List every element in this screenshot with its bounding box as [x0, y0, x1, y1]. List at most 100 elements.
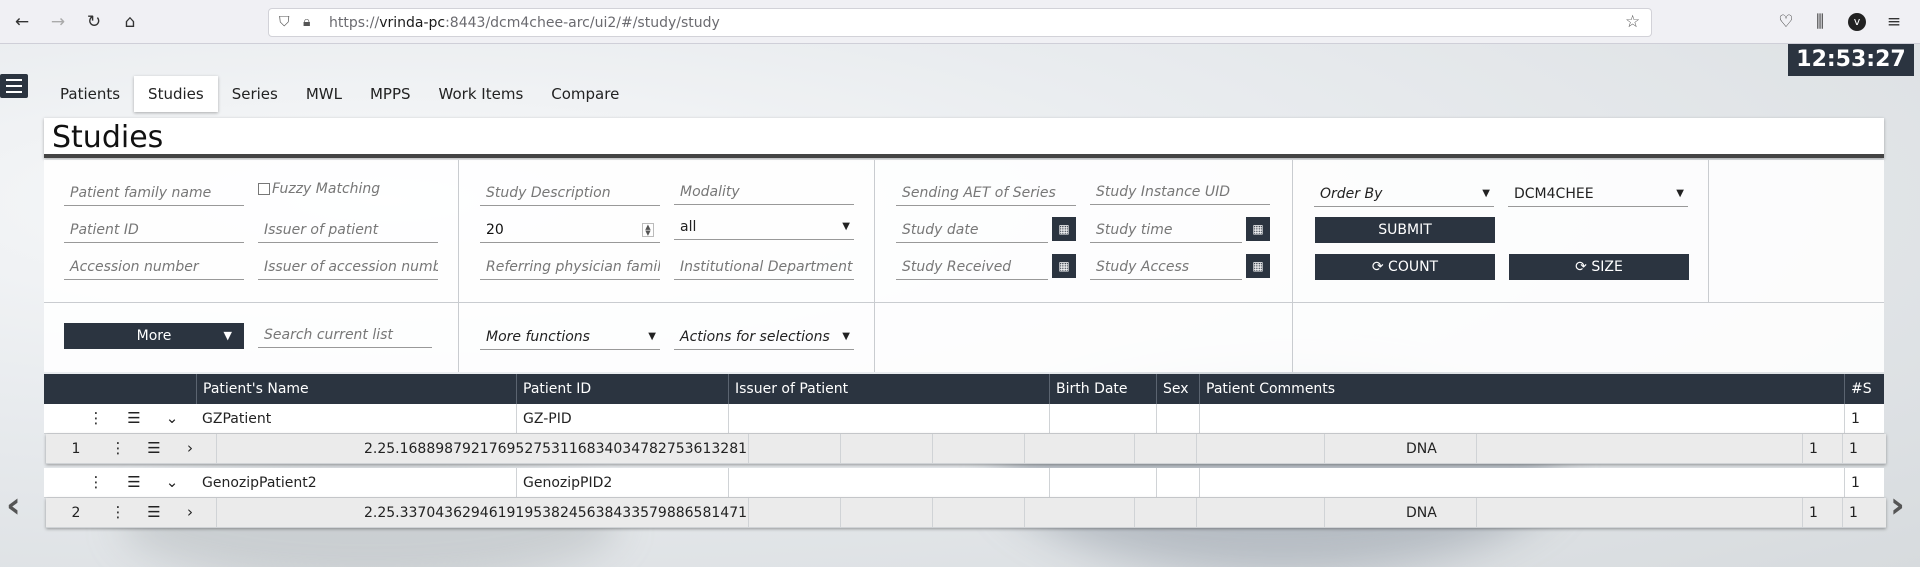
submit-button[interactable]: SUBMIT — [1315, 217, 1495, 243]
list-icon[interactable]: ☰ — [124, 404, 144, 434]
study-instance-uid-input[interactable]: Study Instance UID — [1090, 179, 1270, 205]
study-description-input[interactable]: Study Description — [480, 180, 660, 206]
url-host: vrinda-pc — [379, 15, 446, 31]
tab-mwl[interactable]: MWL — [292, 76, 356, 112]
more-dropdown-label: More — [136, 328, 172, 344]
tab-studies[interactable]: Studies — [134, 76, 218, 112]
study-date-input[interactable]: Study date — [896, 217, 1048, 243]
column-header[interactable]: Patient ID — [516, 374, 728, 404]
chevron-right-icon[interactable]: › — [180, 498, 200, 528]
library-icon[interactable]: ⫼ — [1810, 12, 1830, 32]
list-icon[interactable]: ☰ — [144, 434, 164, 464]
next-page-icon[interactable]: › — [1890, 485, 1905, 526]
column-header[interactable]: Issuer of Patient — [728, 374, 1050, 404]
tab-patients[interactable]: Patients — [46, 76, 134, 112]
more-functions-select[interactable]: More functions ▼ — [480, 324, 660, 350]
address-bar[interactable]: ⛉ 🔒︎ https://vrinda-pc:8443/dcm4chee-arc… — [268, 8, 1652, 37]
study-access-input[interactable]: Study Access — [1090, 254, 1242, 280]
num-studies: 1 — [1844, 404, 1884, 434]
calendar-icon[interactable]: ▦ — [1246, 254, 1270, 278]
modality-select-value: all — [680, 219, 697, 235]
size-button-label: SIZE — [1591, 259, 1623, 275]
patient-id-input[interactable]: Patient ID — [64, 217, 244, 243]
column-header[interactable]: Sex — [1156, 374, 1200, 404]
actions-for-selections-label: Actions for selections — [680, 329, 830, 345]
refresh-icon: ⟳ — [1575, 259, 1592, 275]
limit-stepper[interactable]: 20 ▲ ▼ — [480, 217, 660, 243]
calendar-icon[interactable]: ▦ — [1052, 254, 1076, 278]
tab-series[interactable]: Series — [218, 76, 292, 112]
count-b: 1 — [1842, 498, 1884, 528]
lock-icon: 🔒︎ — [303, 14, 311, 30]
stepper-arrows-icon[interactable]: ▲ ▼ — [642, 223, 654, 237]
more-vertical-icon[interactable]: ⋮ — [108, 434, 128, 464]
column-header[interactable]: #S — [1844, 374, 1884, 404]
tab-compare[interactable]: Compare — [537, 76, 633, 112]
calendar-icon[interactable]: ▦ — [1246, 217, 1270, 241]
previous-page-icon[interactable]: ‹ — [6, 485, 21, 526]
more-vertical-icon[interactable]: ⋮ — [86, 468, 106, 498]
hamburger-menu-icon[interactable]: ≡ — [1884, 12, 1904, 32]
list-icon[interactable]: ☰ — [124, 468, 144, 498]
size-button[interactable]: ⟳ SIZE — [1509, 254, 1689, 280]
patient-comments — [1199, 468, 1847, 498]
chevron-right-icon[interactable]: › — [180, 434, 200, 464]
column-header[interactable]: Patient's Name — [196, 374, 518, 404]
study-received-input[interactable]: Study Received — [896, 254, 1048, 280]
calendar-icon[interactable]: ▦ — [1052, 217, 1076, 241]
main-tabs: Patients Studies Series MWL MPPS Work It… — [46, 76, 633, 112]
more-dropdown[interactable]: More ▼ — [64, 323, 244, 349]
study-cell — [840, 434, 932, 464]
patient-family-name-input[interactable]: Patient family name — [64, 180, 244, 206]
refresh-icon: ⟳ — [1371, 259, 1389, 275]
table-row[interactable]: 2 ⋮ ☰ › 2.25.337043629461919538245638433… — [46, 498, 1886, 528]
actions-for-selections-select[interactable]: Actions for selections ▼ — [674, 324, 854, 350]
modality-input[interactable]: Modality — [674, 179, 854, 205]
page-title: Studies — [52, 120, 164, 155]
home-icon[interactable]: ⌂ — [120, 12, 140, 32]
study-instance-uid: 2.25.33704362946191953824563843357988658… — [364, 505, 748, 521]
search-current-list-input[interactable]: Search current list — [258, 322, 432, 348]
more-vertical-icon[interactable]: ⋮ — [108, 498, 128, 528]
column-header[interactable]: Birth Date — [1049, 374, 1157, 404]
accession-number-input[interactable]: Accession number — [64, 254, 244, 280]
count-a: 1 — [1802, 434, 1842, 464]
account-avatar[interactable]: v — [1848, 13, 1866, 31]
issuer-of-patient-input[interactable]: Issuer of patient — [258, 217, 438, 243]
sending-aet-input[interactable]: Sending AET of Series — [896, 180, 1076, 206]
back-icon[interactable]: ← — [12, 12, 32, 32]
institutional-department-input[interactable]: Institutional Department Name — [674, 254, 854, 280]
table-row[interactable]: ⋮ ☰ ⌄ GenozipPatient2 GenozipPID2 1 — [44, 468, 1884, 498]
order-by-select[interactable]: Order By ▼ — [1314, 181, 1494, 207]
side-menu-toggle[interactable] — [0, 74, 28, 98]
results-table: Patient's Name Patient ID Issuer of Pati… — [44, 374, 1886, 528]
chevron-down-icon[interactable]: ⌄ — [162, 404, 182, 434]
aet-select-value: DCM4CHEE — [1514, 186, 1594, 202]
modality-select[interactable]: all ▼ — [674, 214, 854, 240]
tab-work-items[interactable]: Work Items — [425, 76, 538, 112]
forward-icon[interactable]: → — [48, 12, 68, 32]
table-row[interactable]: ⋮ ☰ ⌄ GZPatient GZ-PID 1 — [44, 404, 1884, 434]
bookmark-star-icon[interactable]: ☆ — [1625, 12, 1640, 32]
study-cell — [932, 498, 1024, 528]
referring-physician-input[interactable]: Referring physician family name — [480, 254, 660, 280]
aet-select[interactable]: DCM4CHEE ▼ — [1508, 181, 1688, 207]
issuer-of-accession-input[interactable]: Issuer of accession number — [258, 254, 438, 280]
count-button[interactable]: ⟳ COUNT — [1315, 254, 1495, 280]
column-header[interactable]: Patient Comments — [1199, 374, 1847, 404]
pocket-icon[interactable]: ♡ — [1776, 12, 1796, 32]
caret-down-icon: ▼ — [1482, 188, 1490, 199]
birth-date — [1049, 404, 1157, 434]
caret-down-icon: ▼ — [842, 221, 850, 232]
chevron-down-icon[interactable]: ⌄ — [162, 468, 182, 498]
modality: DNA — [1406, 441, 1437, 457]
shield-icon: ⛉ — [279, 14, 290, 30]
tab-mpps[interactable]: MPPS — [356, 76, 425, 112]
reload-icon[interactable]: ↻ — [84, 12, 104, 32]
study-cell — [840, 498, 932, 528]
list-icon[interactable]: ☰ — [144, 498, 164, 528]
study-time-input[interactable]: Study time — [1090, 217, 1242, 243]
more-vertical-icon[interactable]: ⋮ — [86, 404, 106, 434]
study-cell — [1476, 434, 1836, 464]
table-row[interactable]: 1 ⋮ ☰ › 2.25.168898792176952753116834034… — [46, 434, 1886, 464]
